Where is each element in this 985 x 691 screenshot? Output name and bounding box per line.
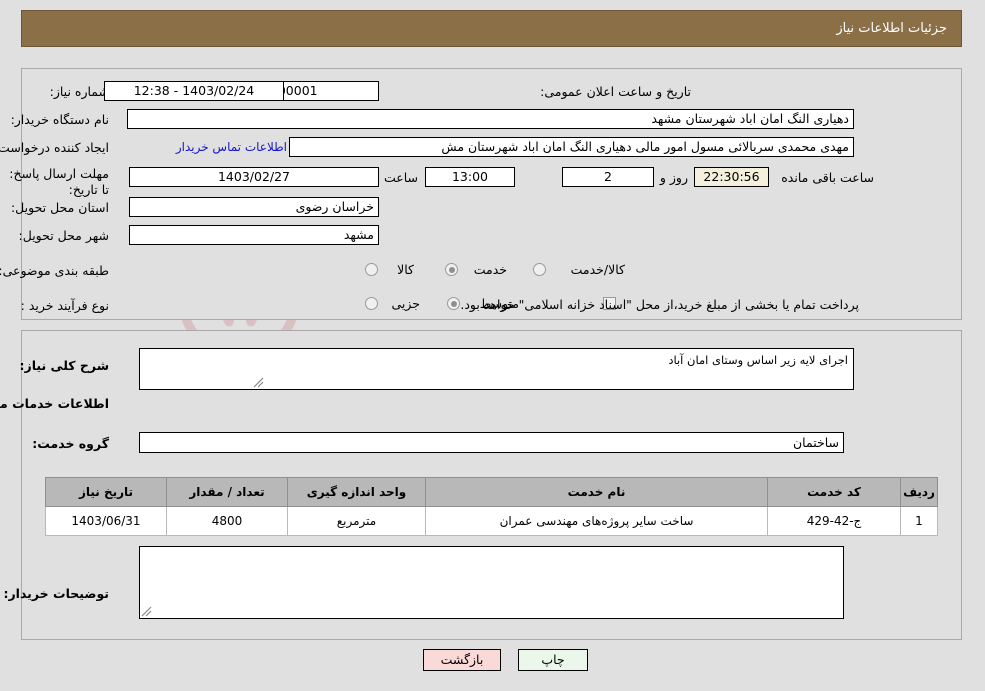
cell-row-no: 1 bbox=[901, 506, 939, 536]
service-group-field[interactable]: ساختمان bbox=[140, 432, 845, 453]
column-header-need-date: تاریخ نیاز bbox=[46, 477, 168, 507]
cell-quantity: 4800 bbox=[167, 506, 289, 536]
treasury-note-text: پرداخت تمام یا بخشی از مبلغ خرید،از محل … bbox=[461, 297, 860, 312]
public-announce-label: تاریخ و ساعت اعلان عمومی: bbox=[541, 84, 692, 99]
category-label: طبقه بندی موضوعی: bbox=[0, 263, 110, 278]
deadline-hour-label: ساعت bbox=[384, 170, 419, 185]
need-number-label: شماره نیاز: bbox=[50, 84, 110, 99]
table-header-row: ردیف کد خدمت نام خدمت واحد اندازه گیری ت… bbox=[46, 477, 939, 507]
deadline-days-suffix: روز و bbox=[660, 170, 689, 185]
purchase-type-radio-motevaset[interactable] bbox=[448, 297, 461, 310]
buyer-notes-textarea[interactable] bbox=[140, 546, 845, 619]
province-field[interactable]: خراسان رضوی bbox=[130, 197, 380, 217]
buyer-contact-link[interactable]: اطلاعات تماس خریدار bbox=[177, 140, 288, 154]
buyer-org-field[interactable]: دهیاری النگ امان اباد شهرستان مشهد bbox=[128, 109, 855, 129]
category-radio-khedmat[interactable] bbox=[446, 263, 459, 276]
general-desc-textarea[interactable]: اجرای لایه زیر اساس وستای امان آباد bbox=[140, 348, 855, 390]
resize-handle-icon[interactable] bbox=[253, 376, 265, 388]
cell-need-date: 1403/06/31 bbox=[46, 506, 168, 536]
service-group-label: گروه خدمت: bbox=[33, 436, 110, 451]
buyer-org-label: نام دستگاه خریدار: bbox=[11, 112, 110, 127]
buyer-notes-label: توضیحات خریدار: bbox=[4, 586, 110, 601]
cell-service-name: ساخت سایر پروژه‌های مهندسی عمران bbox=[426, 506, 769, 536]
table-row: 1 ج-42-429 ساخت سایر پروژه‌های مهندسی عم… bbox=[46, 506, 939, 536]
province-label: استان محل تحویل: bbox=[11, 200, 110, 215]
deadline-time-field[interactable]: 13:00 bbox=[426, 167, 516, 187]
back-button[interactable]: بازگشت bbox=[424, 649, 502, 671]
purchase-type-option-label-0: جزیی bbox=[392, 296, 421, 311]
purchase-type-label: نوع فرآیند خرید : bbox=[21, 298, 110, 313]
category-radio-kala[interactable] bbox=[366, 263, 379, 276]
deadline-date-field[interactable]: 1403/02/27 bbox=[130, 167, 380, 187]
column-header-quantity: تعداد / مقدار bbox=[167, 477, 289, 507]
category-option-label-1: خدمت bbox=[474, 262, 508, 277]
city-label: شهر محل تحویل: bbox=[19, 228, 110, 243]
public-announce-field[interactable]: 1403/02/24 - 12:38 bbox=[105, 81, 285, 101]
countdown-suffix: ساعت باقی مانده bbox=[782, 170, 875, 185]
services-table: ردیف کد خدمت نام خدمت واحد اندازه گیری ت… bbox=[46, 477, 939, 536]
cell-unit: مترمربع bbox=[288, 506, 427, 536]
need-info-panel bbox=[22, 68, 963, 320]
category-radio-kala-khedmat[interactable] bbox=[534, 263, 547, 276]
window-titlebar: جزئیات اطلاعات نیاز bbox=[22, 10, 963, 47]
column-header-service-code: کد خدمت bbox=[768, 477, 902, 507]
category-option-label-0: کالا bbox=[398, 262, 415, 277]
column-header-service-name: نام خدمت bbox=[426, 477, 769, 507]
deadline-days-field[interactable]: 2 bbox=[563, 167, 655, 187]
category-option-label-2: کالا/خدمت bbox=[571, 262, 626, 277]
page-title: جزئیات اطلاعات نیاز bbox=[837, 21, 948, 36]
column-header-row-no: ردیف bbox=[901, 477, 939, 507]
countdown-field: 22:30:56 bbox=[695, 167, 770, 187]
cell-service-code: ج-42-429 bbox=[768, 506, 902, 536]
purchase-type-radio-jozi[interactable] bbox=[366, 297, 379, 310]
city-field[interactable]: مشهد bbox=[130, 225, 380, 245]
creator-field[interactable]: مهدی محمدی سربالائی مسول امور مالی دهیار… bbox=[290, 137, 855, 157]
services-heading: اطلاعات خدمات مورد نیاز bbox=[0, 396, 110, 411]
general-desc-label: شرح کلی نیاز: bbox=[20, 358, 110, 373]
print-button[interactable]: چاپ bbox=[519, 649, 589, 671]
column-header-unit: واحد اندازه گیری bbox=[288, 477, 427, 507]
deadline-label: مهلت ارسال پاسخ: تا تاریخ: bbox=[10, 166, 110, 197]
creator-label: ایجاد کننده درخواست: bbox=[0, 140, 110, 155]
resize-handle-icon-2[interactable] bbox=[141, 605, 153, 617]
